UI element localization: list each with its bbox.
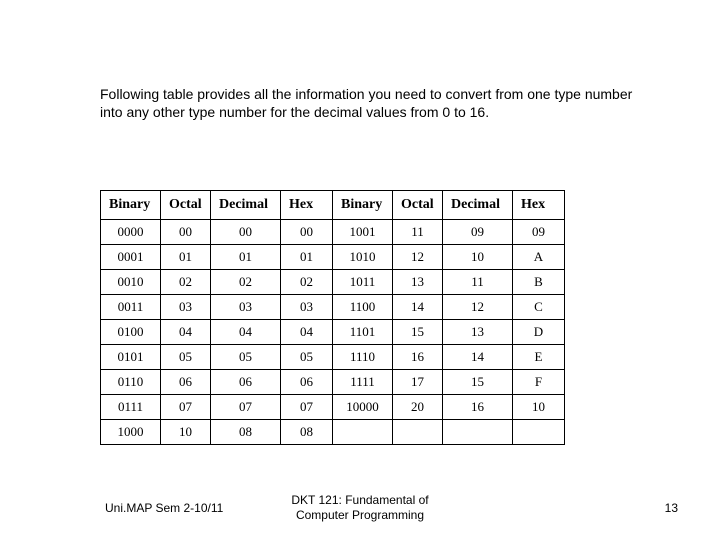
table-cell: 13 bbox=[393, 270, 443, 295]
table-cell: 04 bbox=[281, 320, 333, 345]
table-cell: 06 bbox=[211, 370, 281, 395]
table-cell: 07 bbox=[281, 395, 333, 420]
table-cell: 09 bbox=[443, 220, 513, 245]
table-cell: 09 bbox=[513, 220, 565, 245]
table-cell: 11 bbox=[443, 270, 513, 295]
table-header-row: Binary Octal Decimal Hex Binary Octal De… bbox=[101, 191, 565, 220]
table-cell: 15 bbox=[443, 370, 513, 395]
table-cell: 07 bbox=[211, 395, 281, 420]
footer-left: Uni.MAP Sem 2-10/11 bbox=[105, 501, 223, 515]
footer-center-line2: Computer Programming bbox=[296, 508, 424, 522]
table-cell: 12 bbox=[443, 295, 513, 320]
table-cell bbox=[513, 420, 565, 445]
intro-text: Following table provides all the informa… bbox=[100, 85, 650, 121]
conversion-table-container: Binary Octal Decimal Hex Binary Octal De… bbox=[100, 190, 565, 445]
table-cell: 03 bbox=[281, 295, 333, 320]
table-cell: 01 bbox=[161, 245, 211, 270]
table-cell: D bbox=[513, 320, 565, 345]
table-cell: 0001 bbox=[101, 245, 161, 270]
col-header: Hex bbox=[281, 191, 333, 220]
table-cell: 05 bbox=[281, 345, 333, 370]
table-cell: 1101 bbox=[333, 320, 393, 345]
table-row: 00000000001001110909 bbox=[101, 220, 565, 245]
table-cell: 06 bbox=[281, 370, 333, 395]
footer-page-number: 13 bbox=[665, 501, 678, 515]
table-row: 001002020210111311B bbox=[101, 270, 565, 295]
table-row: 011107070710000201610 bbox=[101, 395, 565, 420]
table-cell: 00 bbox=[211, 220, 281, 245]
col-header: Octal bbox=[393, 191, 443, 220]
table-cell: 12 bbox=[393, 245, 443, 270]
table-cell: 0101 bbox=[101, 345, 161, 370]
table-cell: 02 bbox=[211, 270, 281, 295]
table-cell: 10 bbox=[513, 395, 565, 420]
table-cell: 0100 bbox=[101, 320, 161, 345]
table-row: 000101010110101210A bbox=[101, 245, 565, 270]
table-cell: A bbox=[513, 245, 565, 270]
table-cell: 0111 bbox=[101, 395, 161, 420]
table-cell: 1010 bbox=[333, 245, 393, 270]
table-cell: 0010 bbox=[101, 270, 161, 295]
table-cell: 02 bbox=[161, 270, 211, 295]
table-cell: 00 bbox=[281, 220, 333, 245]
table-cell: 01 bbox=[211, 245, 281, 270]
table-cell: 10000 bbox=[333, 395, 393, 420]
table-cell: 16 bbox=[393, 345, 443, 370]
col-header: Binary bbox=[101, 191, 161, 220]
table-cell: 13 bbox=[443, 320, 513, 345]
col-header: Decimal bbox=[443, 191, 513, 220]
table-cell: 07 bbox=[161, 395, 211, 420]
table-cell: 10 bbox=[161, 420, 211, 445]
table-cell: 0110 bbox=[101, 370, 161, 395]
table-cell: 20 bbox=[393, 395, 443, 420]
table-cell: 15 bbox=[393, 320, 443, 345]
table-cell: 04 bbox=[211, 320, 281, 345]
table-cell: 1111 bbox=[333, 370, 393, 395]
table-cell: 05 bbox=[161, 345, 211, 370]
table-cell: 06 bbox=[161, 370, 211, 395]
table-cell: 01 bbox=[281, 245, 333, 270]
table-row: 010105050511101614E bbox=[101, 345, 565, 370]
table-cell: C bbox=[513, 295, 565, 320]
table-cell: 03 bbox=[211, 295, 281, 320]
table-cell: 11 bbox=[393, 220, 443, 245]
table-row: 010004040411011513D bbox=[101, 320, 565, 345]
table-cell: 03 bbox=[161, 295, 211, 320]
table-cell: 00 bbox=[161, 220, 211, 245]
col-header: Hex bbox=[513, 191, 565, 220]
table-cell bbox=[393, 420, 443, 445]
table-cell: 1001 bbox=[333, 220, 393, 245]
table-cell: 1011 bbox=[333, 270, 393, 295]
col-header: Binary bbox=[333, 191, 393, 220]
footer-center-line1: DKT 121: Fundamental of bbox=[291, 493, 428, 507]
table-cell: 14 bbox=[443, 345, 513, 370]
table-cell: 0000 bbox=[101, 220, 161, 245]
table-cell: 02 bbox=[281, 270, 333, 295]
table-row: 1000100808 bbox=[101, 420, 565, 445]
table-cell: 14 bbox=[393, 295, 443, 320]
table-cell: 0011 bbox=[101, 295, 161, 320]
table-cell bbox=[443, 420, 513, 445]
table-cell: 1110 bbox=[333, 345, 393, 370]
table-cell: 1100 bbox=[333, 295, 393, 320]
table-cell: 1000 bbox=[101, 420, 161, 445]
col-header: Decimal bbox=[211, 191, 281, 220]
col-header: Octal bbox=[161, 191, 211, 220]
table-cell: F bbox=[513, 370, 565, 395]
conversion-table: Binary Octal Decimal Hex Binary Octal De… bbox=[100, 190, 565, 445]
table-row: 011006060611111715F bbox=[101, 370, 565, 395]
table-cell bbox=[333, 420, 393, 445]
table-cell: B bbox=[513, 270, 565, 295]
table-cell: 08 bbox=[281, 420, 333, 445]
table-cell: 04 bbox=[161, 320, 211, 345]
table-cell: 08 bbox=[211, 420, 281, 445]
table-cell: 10 bbox=[443, 245, 513, 270]
table-cell: E bbox=[513, 345, 565, 370]
table-cell: 16 bbox=[443, 395, 513, 420]
table-cell: 17 bbox=[393, 370, 443, 395]
table-row: 001103030311001412C bbox=[101, 295, 565, 320]
table-cell: 05 bbox=[211, 345, 281, 370]
